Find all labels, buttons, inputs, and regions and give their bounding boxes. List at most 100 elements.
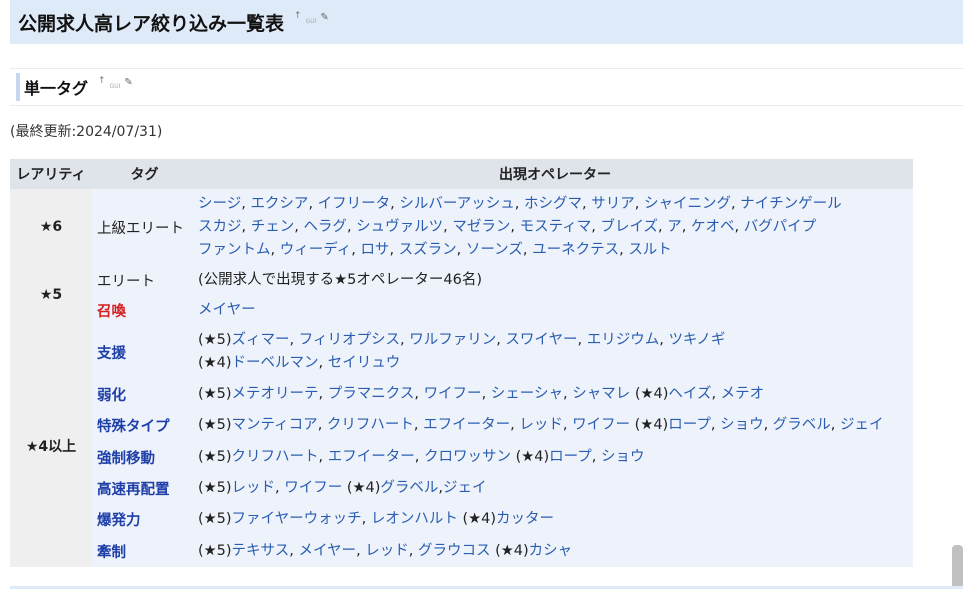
operator-link[interactable]: クリフハート (327, 417, 414, 433)
operator-link[interactable]: レオンハルト (371, 511, 458, 527)
operator-link[interactable]: ソーンズ (466, 242, 523, 258)
operator-link[interactable]: マゼラン (452, 219, 510, 235)
operator-link[interactable]: ナイチンゲール (740, 196, 842, 212)
operator-link[interactable]: スルト (628, 242, 672, 258)
operator-line: ファントム, ウィーディ, ロサ, スズラン, ソーンズ, ユーネクテス, スル… (198, 239, 913, 262)
tag-cell: 強制移動 (92, 441, 197, 473)
operator-link[interactable]: グラベル (773, 417, 831, 433)
operator-link[interactable]: ジェイ (443, 480, 487, 496)
operator-link[interactable]: メテオ (721, 386, 765, 402)
table-row: ★6 上級エリート シージ, エクシア, イフリータ, シルバーアッシュ, ホシ… (10, 189, 913, 265)
operator-link[interactable]: プラマニクス (328, 386, 415, 402)
back-to-top-icon[interactable]: ↑ (98, 76, 106, 86)
operator-link[interactable]: クロワッサン (424, 449, 511, 465)
operator-link[interactable]: レッド (232, 480, 276, 496)
operator-link[interactable]: シージ (198, 196, 241, 212)
back-to-top-icon[interactable]: ↑ (294, 11, 302, 21)
operator-link[interactable]: シュヴァルツ (356, 219, 443, 235)
rarity-prefix: (★4) (495, 542, 529, 559)
rarity-prefix: (★4) (515, 448, 550, 465)
operator-link[interactable]: スカジ (198, 219, 242, 235)
operator-link[interactable]: メテオリーテ (232, 386, 319, 402)
separator: , (563, 386, 573, 402)
operator-link[interactable]: ロサ (360, 242, 389, 258)
operator-link[interactable]: レッド (519, 417, 563, 433)
operator-link[interactable]: ワイフー (572, 417, 630, 433)
rarity-prefix: (★5) (198, 386, 232, 402)
operator-link[interactable]: ロープ (668, 417, 711, 433)
page-heading: 公開求人高レア絞り込み一覧表 ↑ GUI ✎ (10, 0, 963, 44)
operator-link[interactable]: ワイフー (424, 386, 482, 402)
operator-link[interactable]: エフイーター (328, 449, 415, 465)
operator-link[interactable]: ファイヤーウォッチ (232, 511, 362, 527)
rarity-prefix: (★4) (346, 480, 381, 496)
rarity-prefix: (★5) (198, 417, 232, 433)
operator-link[interactable]: ワルファリン (409, 332, 496, 348)
table-row: 高速再配置 (★5)レッド, ワイフー (★4)グラベル,ジェイ (10, 473, 913, 504)
operator-link[interactable]: ショウ (720, 417, 764, 433)
operator-link[interactable]: ツキノギ (668, 332, 725, 348)
operator-link[interactable]: シャイニング (644, 196, 731, 212)
operator-link[interactable]: ジェイ (840, 417, 884, 433)
rarity-prefix: (★5) (198, 448, 232, 465)
operator-link[interactable]: ホシグマ (524, 196, 582, 212)
operator-link[interactable]: フィリオプシス (299, 332, 400, 348)
table-row: ★5 エリート (公開求人で出現する★5オペレーター46名) (10, 265, 913, 325)
operator-link[interactable]: バグパイプ (744, 219, 817, 235)
operator-link[interactable]: ショウ (601, 449, 645, 465)
operator-link[interactable]: シェーシャ (491, 386, 563, 402)
scrollbar-thumb[interactable] (952, 545, 963, 589)
operator-link[interactable]: レッド (365, 543, 409, 559)
gui-edit-icon[interactable]: GUI (306, 11, 317, 33)
operator-link[interactable]: グラベル (380, 480, 438, 496)
operator-link[interactable]: エフイーター (423, 417, 510, 433)
operator-link[interactable]: マンティコア (232, 417, 318, 433)
operator-link[interactable]: サリア (591, 196, 635, 212)
operator-link[interactable]: ユーネクテス (532, 242, 619, 258)
separator: , (658, 218, 668, 235)
operator-link[interactable]: メイヤー (298, 543, 356, 559)
operator-link[interactable]: シルバーアッシュ (399, 196, 514, 212)
operator-link[interactable]: ヘラグ (303, 219, 347, 235)
operator-link[interactable]: カシャ (529, 543, 573, 559)
separator: , (390, 195, 400, 212)
operator-link[interactable]: エクシア (250, 196, 308, 212)
tag-cell: 牽制 (92, 535, 197, 567)
operator-link[interactable]: イフリータ (318, 196, 391, 212)
separator: , (634, 195, 644, 212)
tag-cell: 高速再配置 (92, 473, 197, 504)
operator-line: (★4)ドーベルマン, セイリュウ (198, 352, 913, 375)
operator-link[interactable]: セイリュウ (328, 355, 401, 371)
operator-link[interactable]: ズィマー (232, 332, 290, 348)
operator-link[interactable]: ワイフー (284, 480, 342, 496)
rarity-prefix: (★4) (462, 511, 496, 527)
operators-cell: (★5)クリフハート, エフイーター, クロワッサン (★4)ロープ, ショウ (197, 441, 913, 473)
separator: , (241, 218, 251, 235)
operator-link[interactable]: ケオベ (691, 219, 735, 235)
operator-link[interactable]: スワイヤー (505, 332, 577, 348)
separator: , (582, 195, 592, 212)
operator-link[interactable]: メイヤー (198, 302, 256, 318)
operator-link[interactable]: ファントム (198, 242, 271, 258)
operator-link[interactable]: モスティマ (520, 219, 592, 235)
operator-link[interactable]: テキサス (232, 543, 290, 559)
operators-cell: メイヤー (197, 295, 913, 325)
operator-link[interactable]: ウィーディ (280, 242, 352, 258)
operator-link[interactable]: ドーベルマン (232, 355, 319, 371)
pencil-edit-icon[interactable]: ✎ (124, 76, 132, 90)
operator-link[interactable]: グラウコス (418, 543, 491, 559)
operator-link[interactable]: チェン (251, 219, 295, 235)
operator-link[interactable]: カッター (496, 511, 554, 527)
operator-link[interactable]: エリジウム (587, 332, 660, 348)
operator-link[interactable]: スズラン (399, 242, 457, 258)
gui-edit-icon[interactable]: GUI (110, 76, 121, 98)
pencil-edit-icon[interactable]: ✎ (320, 11, 328, 25)
separator: , (514, 195, 525, 212)
operator-link[interactable]: ヘイズ (668, 386, 711, 402)
operator-link[interactable]: ア (667, 219, 682, 235)
separator: , (356, 542, 366, 559)
operator-link[interactable]: クリフハート (232, 449, 319, 465)
operator-link[interactable]: シャマレ (572, 386, 630, 402)
operator-link[interactable]: ブレイズ (600, 219, 658, 235)
operator-link[interactable]: ロープ (549, 449, 592, 465)
